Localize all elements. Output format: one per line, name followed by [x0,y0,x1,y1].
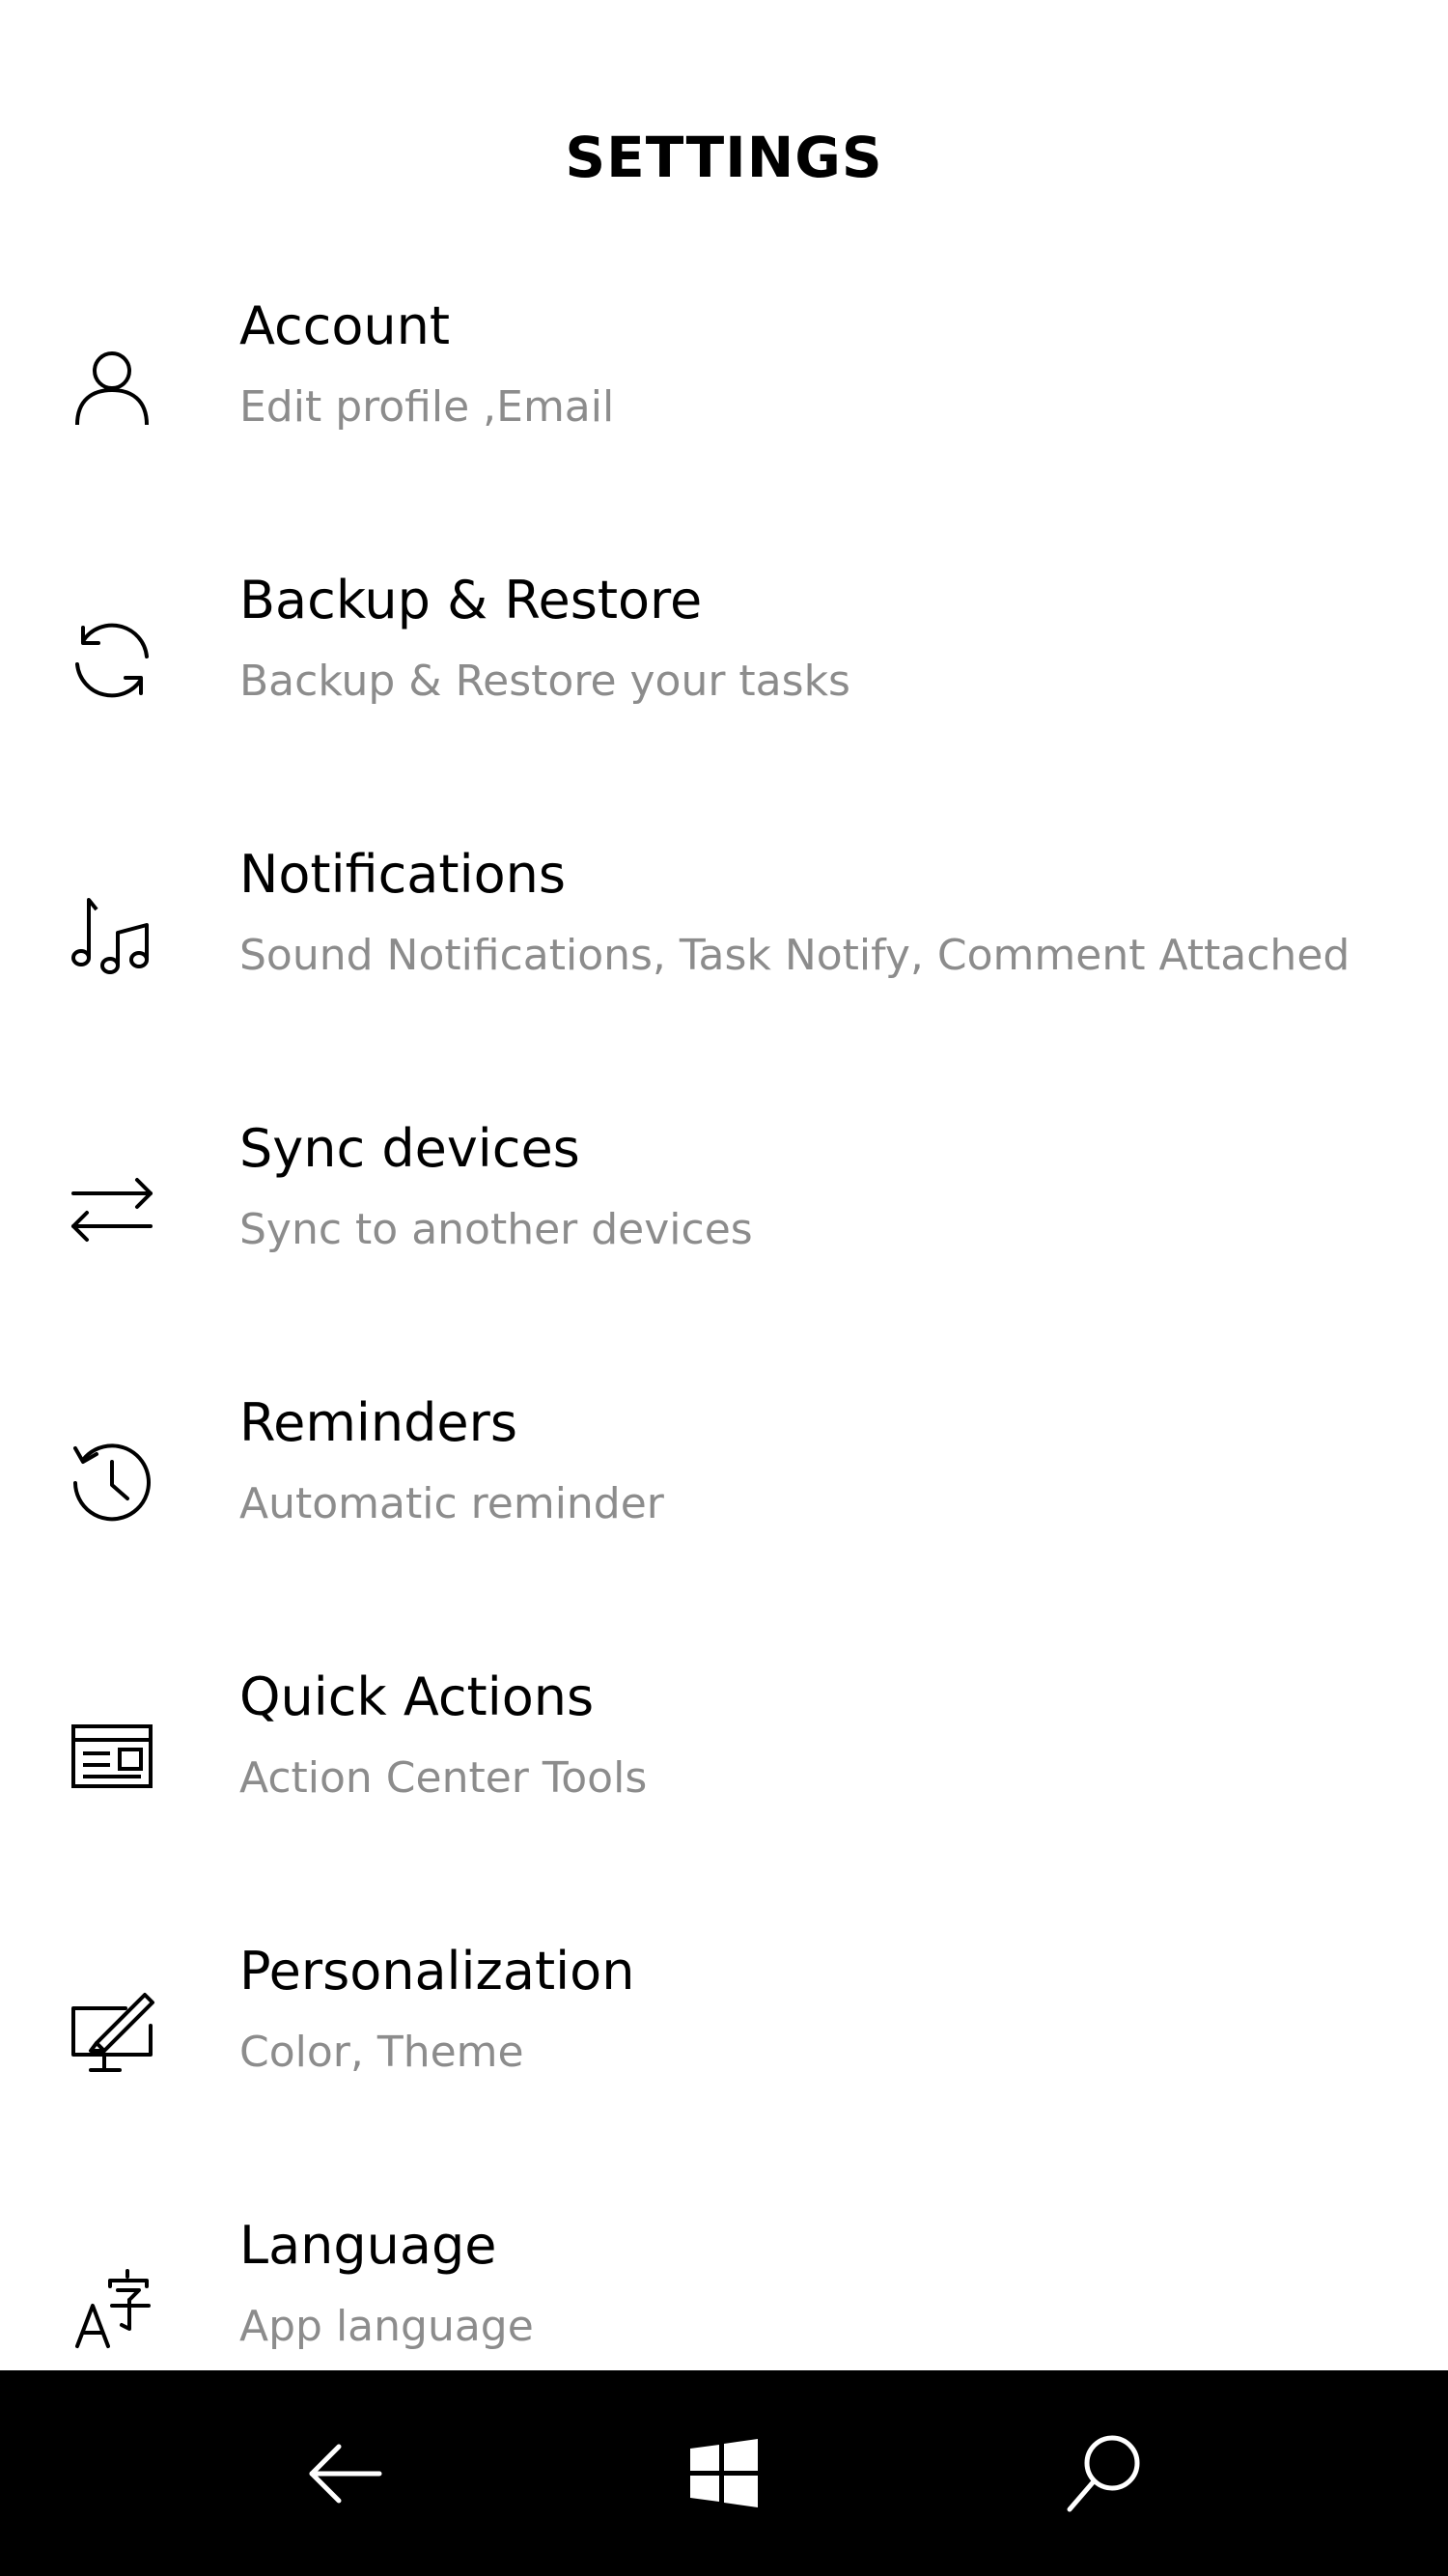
windows-logo-icon[interactable] [671,2421,777,2527]
language-icon [68,2261,156,2350]
settings-item-title: Personalization [239,1941,635,2002]
settings-item-title: Sync devices [239,1118,580,1179]
settings-item-title: Language [239,2215,497,2276]
settings-item-notifications[interactable]: Notifications Sound Notifications, Task … [0,844,1448,1159]
settings-item-title: Quick Actions [239,1666,595,1727]
navigation-bar [0,2370,1448,2576]
settings-item-subtitle: Action Center Tools [239,1753,648,1803]
settings-item-quick-actions[interactable]: Quick Actions Action Center Tools [0,1666,1448,1981]
music-notes-icon [68,890,156,979]
back-arrow-icon[interactable] [292,2421,399,2527]
search-icon[interactable] [1052,2421,1158,2527]
settings-item-subtitle: Backup & Restore your tasks [239,657,850,706]
settings-item-sync-devices[interactable]: Sync devices Sync to another devices [0,1118,1448,1433]
settings-item-title: Backup & Restore [239,570,703,630]
settings-item-subtitle: Edit profile ,Email [239,382,615,432]
settings-item-account[interactable]: Account Edit profile ,Email [0,295,1448,610]
settings-item-reminders[interactable]: Reminders Automatic reminder [0,1392,1448,1707]
settings-item-backup-restore[interactable]: Backup & Restore Backup & Restore your t… [0,570,1448,884]
settings-item-title: Account [239,295,451,356]
action-center-icon [68,1713,156,1802]
settings-item-subtitle: Color, Theme [239,2028,524,2077]
settings-item-subtitle: Sync to another devices [239,1205,753,1254]
personalization-icon [68,1987,156,2076]
settings-item-subtitle: Sound Notifications, Task Notify, Commen… [239,931,1351,980]
settings-list: Account Edit profile ,Email Backup & Res… [0,0,1448,2370]
swap-arrows-icon [68,1164,156,1253]
settings-item-title: Notifications [239,844,566,905]
settings-item-subtitle: Automatic reminder [239,1479,664,1528]
settings-item-title: Reminders [239,1392,517,1453]
settings-item-personalization[interactable]: Personalization Color, Theme [0,1941,1448,2255]
sync-arrows-icon [68,616,156,705]
person-icon [68,342,156,431]
history-clock-icon [68,1439,156,1527]
settings-item-subtitle: App language [239,2302,534,2351]
settings-item-language[interactable]: Language App language [0,2215,1448,2370]
